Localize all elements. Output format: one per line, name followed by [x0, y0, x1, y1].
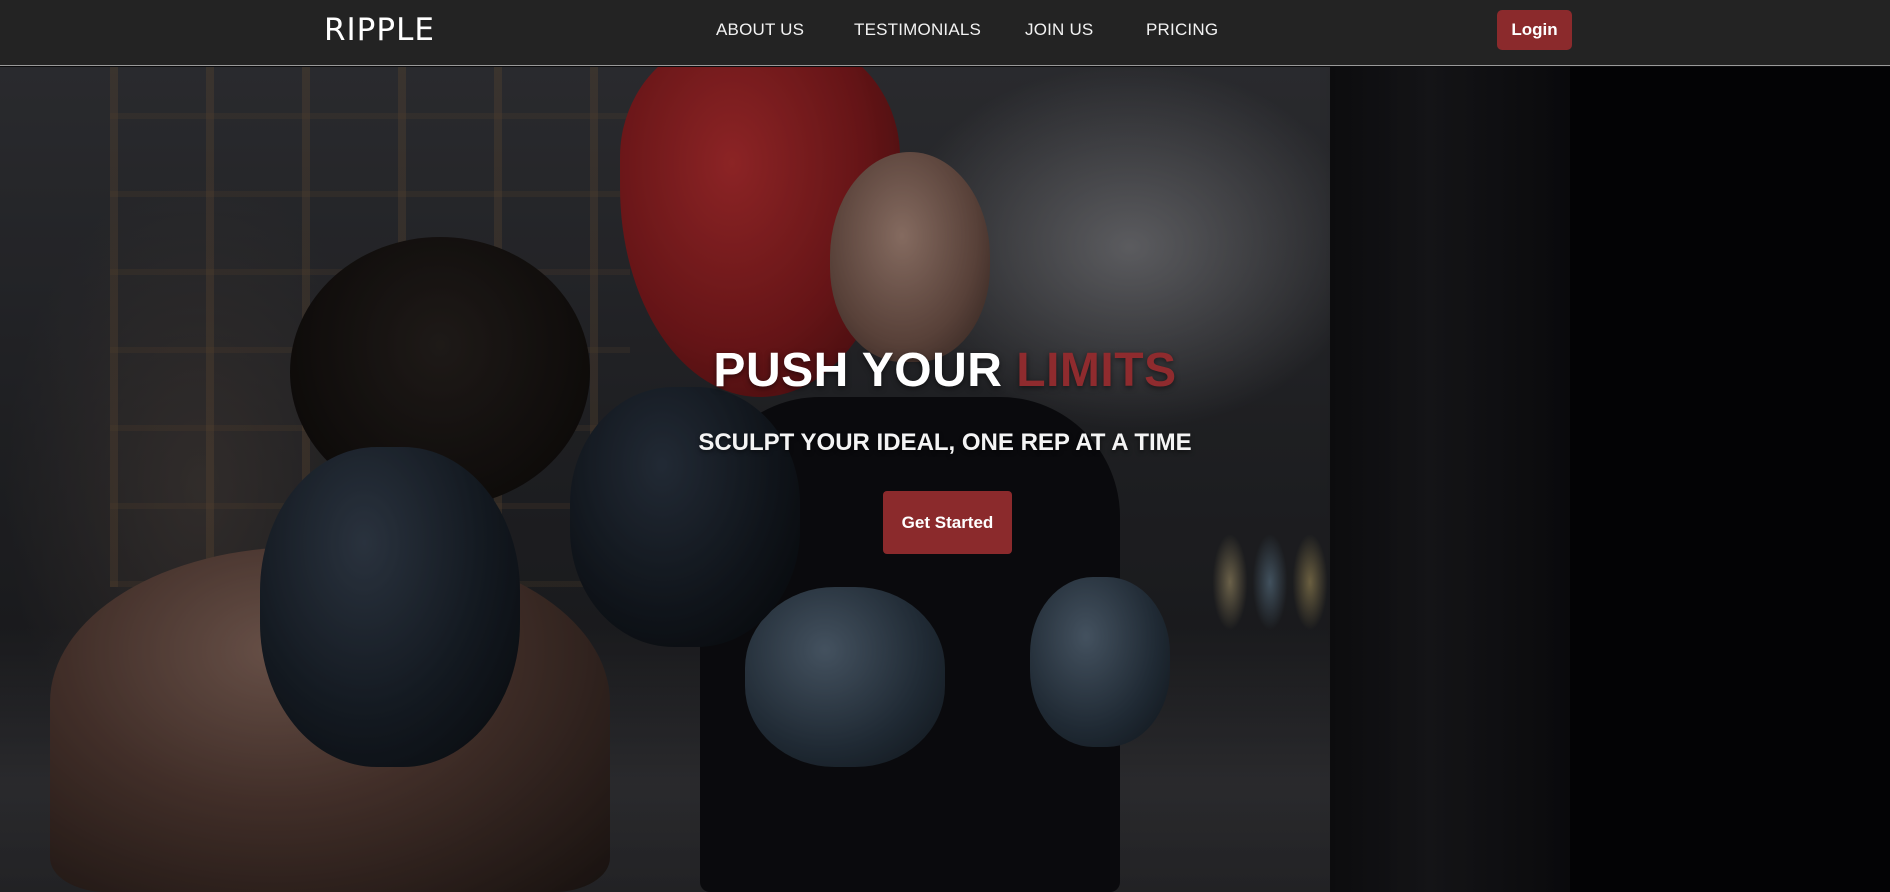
hero-title: PUSH YOUR LIMITS: [0, 343, 1890, 398]
hero-title-accent: LIMITS: [1016, 344, 1177, 397]
nav-link-about-us[interactable]: ABOUT US: [716, 20, 804, 40]
hero-subtitle: SCULPT YOUR IDEAL, ONE REP AT A TIME: [698, 429, 1192, 456]
nav-link-pricing[interactable]: PRICING: [1146, 20, 1218, 40]
login-button[interactable]: Login: [1497, 10, 1572, 50]
nav-link-testimonials[interactable]: TESTIMONIALS: [854, 20, 981, 40]
get-started-button[interactable]: Get Started: [883, 491, 1012, 554]
nav-links: ABOUT US TESTIMONIALS JOIN US PRICING: [0, 20, 1890, 44]
top-navbar: RIPPLE ABOUT US TESTIMONIALS JOIN US PRI…: [0, 0, 1890, 66]
hero-title-main: PUSH YOUR: [713, 344, 1017, 397]
nav-link-join-us[interactable]: JOIN US: [1025, 20, 1093, 40]
hero-content: PUSH YOUR LIMITS SCULPT YOUR IDEAL, ONE …: [0, 67, 1890, 892]
